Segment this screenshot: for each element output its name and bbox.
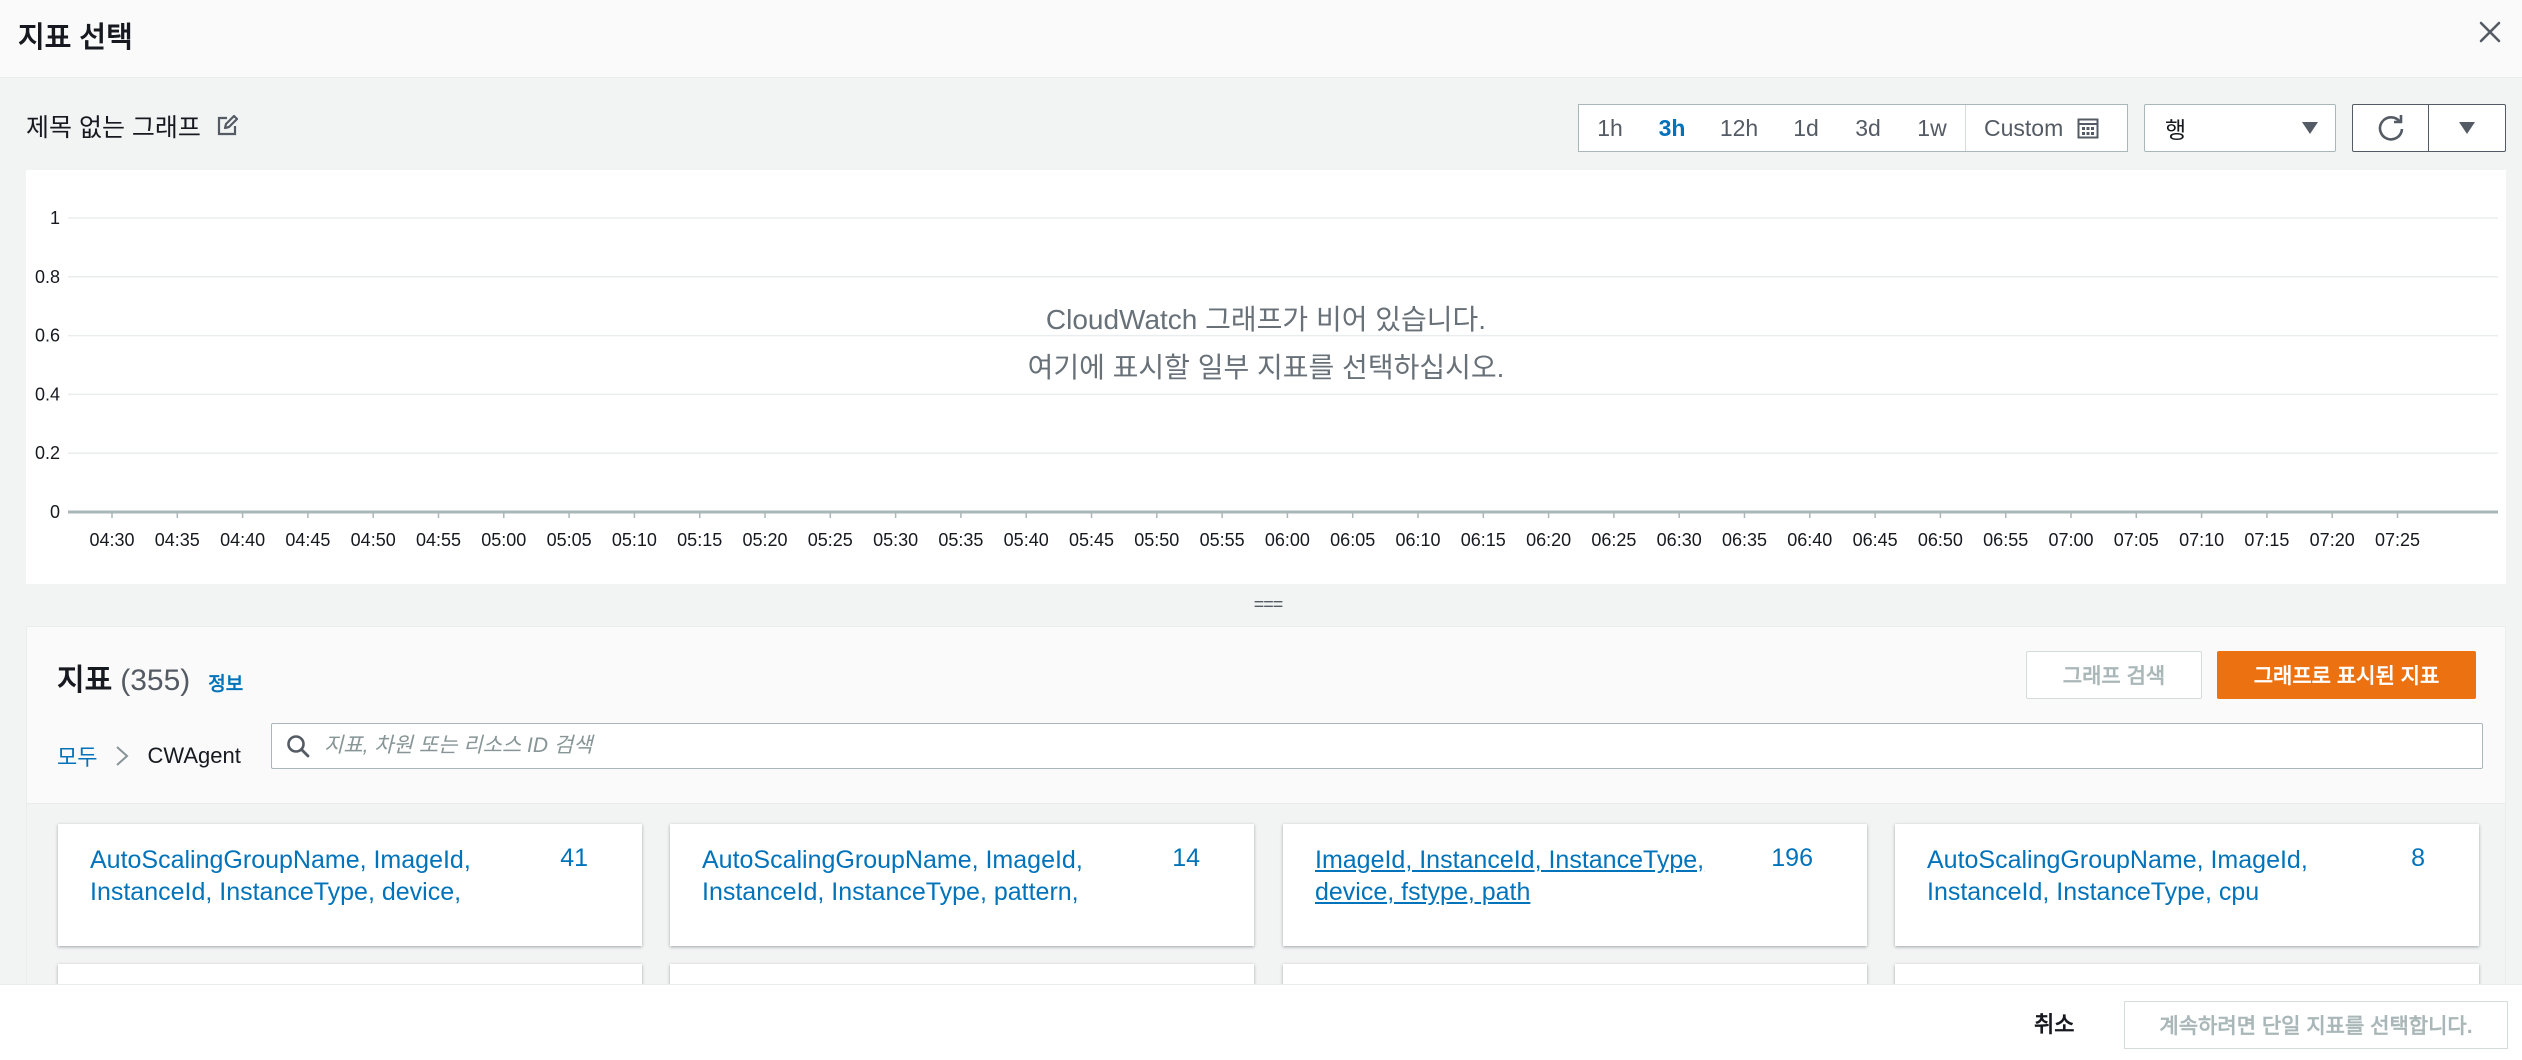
x-tick-label: 04:30: [89, 530, 134, 550]
x-tick-label: 07:25: [2375, 530, 2420, 550]
x-tick-label: 07:00: [2048, 530, 2093, 550]
graph-type-select[interactable]: 행: [2144, 104, 2336, 152]
dimension-card[interactable]: AutoScalingGroupName, ImageId, InstanceI…: [1895, 824, 2479, 946]
refresh-button-group: [2352, 104, 2506, 152]
metric-search-input[interactable]: [324, 724, 2482, 768]
time-range-1h[interactable]: 1h: [1579, 105, 1641, 151]
x-tick-label: 04:55: [416, 530, 461, 550]
time-range-12h[interactable]: 12h: [1703, 105, 1775, 151]
metrics-title: 지표: [57, 664, 113, 697]
dimension-card-count: 8: [2411, 844, 2425, 872]
dimension-card[interactable]: AutoScalingGroupName, ImageId, InstanceI…: [58, 824, 642, 946]
refresh-interval-dropdown[interactable]: [2429, 105, 2505, 151]
caret-down-icon: [2302, 122, 2318, 134]
time-range-1w[interactable]: 1w: [1899, 105, 1965, 151]
refresh-icon: [2378, 115, 2403, 141]
x-tick-label: 04:45: [285, 530, 330, 550]
x-tick-label: 06:05: [1330, 530, 1375, 550]
y-tick-label: 1: [50, 208, 60, 228]
x-tick-label: 04:40: [220, 530, 265, 550]
x-tick-label: 05:10: [612, 530, 657, 550]
refresh-button[interactable]: [2353, 105, 2429, 151]
empty-graph-message-line2: 여기에 표시할 일부 지표를 선택하십시오.: [1027, 352, 1505, 383]
time-range-selector: 1h 3h 12h 1d 3d 1w Custom: [1578, 104, 2128, 152]
x-tick-label: 05:00: [481, 530, 526, 550]
x-tick-label: 06:55: [1983, 530, 2028, 550]
time-range-custom[interactable]: Custom: [1965, 105, 2113, 151]
x-tick-label: 06:35: [1722, 530, 1767, 550]
x-tick-label: 05:50: [1134, 530, 1179, 550]
edit-title-button[interactable]: [213, 112, 241, 140]
continue-button[interactable]: 계속하려면 단일 지표를 선택합니다.: [2124, 1001, 2508, 1049]
x-tick-label: 04:35: [155, 530, 200, 550]
custom-label: Custom: [1984, 114, 2064, 141]
x-tick-label: 05:45: [1069, 530, 1114, 550]
x-tick-label: 04:50: [351, 530, 396, 550]
resize-handle[interactable]: ===: [1240, 590, 1296, 618]
graph-type-value: 행: [2165, 117, 2187, 143]
empty-graph-message-line1: CloudWatch 그래프가 비어 있습니다.: [1045, 304, 1487, 335]
close-icon: [2479, 21, 2501, 43]
y-tick-label: 0.8: [35, 267, 60, 287]
x-tick-label: 07:20: [2310, 530, 2355, 550]
x-tick-label: 05:55: [1200, 530, 1245, 550]
graph-title: 제목 없는 그래프: [26, 114, 201, 142]
cancel-button[interactable]: 취소: [2018, 1003, 2090, 1043]
dimension-card-label: ImageId, InstanceId, InstanceType, devic…: [1315, 846, 1705, 906]
dimension-card-count: 14: [1172, 844, 1200, 872]
x-tick-label: 06:20: [1526, 530, 1571, 550]
dimension-card[interactable]: ImageId, InstanceId, InstanceType, devic…: [1283, 824, 1867, 946]
metrics-header: 지표 (355) 정보: [57, 655, 243, 699]
info-link[interactable]: 정보: [208, 669, 243, 696]
x-tick-label: 07:05: [2114, 530, 2159, 550]
chevron-right-icon: [116, 746, 129, 766]
close-button[interactable]: [2470, 12, 2510, 52]
x-tick-label: 05:25: [808, 530, 853, 550]
x-tick-label: 05:35: [938, 530, 983, 550]
y-tick-label: 0.2: [35, 443, 60, 463]
chart-panel: 1 0.8 0.6 0.4 0.2 0 04:30 04:35 04:40 04:45 04:50 0…: [26, 170, 2506, 584]
modal-header: 지표 선택: [0, 0, 2522, 78]
x-tick-label: 06:00: [1265, 530, 1310, 550]
breadcrumb: 모두 CWAgent: [57, 731, 241, 781]
graph-search-button[interactable]: 그래프 검색: [2026, 651, 2202, 699]
dimension-card[interactable]: AutoScalingGroupName, ImageId, InstanceI…: [670, 824, 1254, 946]
x-tick-label: 06:30: [1657, 530, 1702, 550]
x-tick-label: 06:50: [1918, 530, 1963, 550]
x-tick-label: 07:10: [2179, 530, 2224, 550]
dimension-card-label: AutoScalingGroupName, ImageId, InstanceI…: [702, 846, 1083, 906]
time-range-3h[interactable]: 3h: [1641, 105, 1703, 151]
dimension-card-label: AutoScalingGroupName, ImageId, InstanceI…: [1927, 846, 2308, 906]
time-range-1d[interactable]: 1d: [1775, 105, 1837, 151]
search-icon: [287, 735, 310, 758]
edit-icon: [217, 114, 239, 136]
x-tick-label: 05:30: [873, 530, 918, 550]
modal-footer: 취소 계속하려면 단일 지표를 선택합니다.: [0, 984, 2522, 1060]
calendar-icon: [2077, 118, 2099, 139]
y-tick-label: 0.4: [35, 384, 60, 404]
graph-title-row: 제목 없는 그래프: [26, 108, 241, 144]
metric-search-box: [271, 723, 2483, 769]
x-tick-label: 06:10: [1395, 530, 1440, 550]
y-tick-label: 0: [50, 502, 60, 522]
breadcrumb-all[interactable]: 모두: [57, 740, 97, 772]
graphed-metrics-button[interactable]: 그래프로 표시된 지표: [2217, 651, 2476, 699]
x-tick-label: 05:05: [547, 530, 592, 550]
time-range-3d[interactable]: 3d: [1837, 105, 1899, 151]
breadcrumb-current: CWAgent: [147, 743, 241, 768]
dimension-card-count: 41: [560, 844, 588, 872]
x-tick-label: 05:15: [677, 530, 722, 550]
x-tick-label: 05:20: [742, 530, 787, 550]
x-tick-label: 05:40: [1004, 530, 1049, 550]
caret-down-icon: [2459, 122, 2475, 134]
x-tick-label: 06:15: [1461, 530, 1506, 550]
metrics-count: (355): [120, 664, 191, 697]
x-tick-label: 06:25: [1591, 530, 1636, 550]
modal-title: 지표 선택: [18, 22, 133, 54]
dimension-card-count: 196: [1771, 844, 1813, 872]
x-tick-label: 06:45: [1853, 530, 1898, 550]
dimension-card-label: AutoScalingGroupName, ImageId, InstanceI…: [90, 846, 471, 906]
x-tick-label: 07:15: [2244, 530, 2289, 550]
x-tick-label: 06:40: [1787, 530, 1832, 550]
